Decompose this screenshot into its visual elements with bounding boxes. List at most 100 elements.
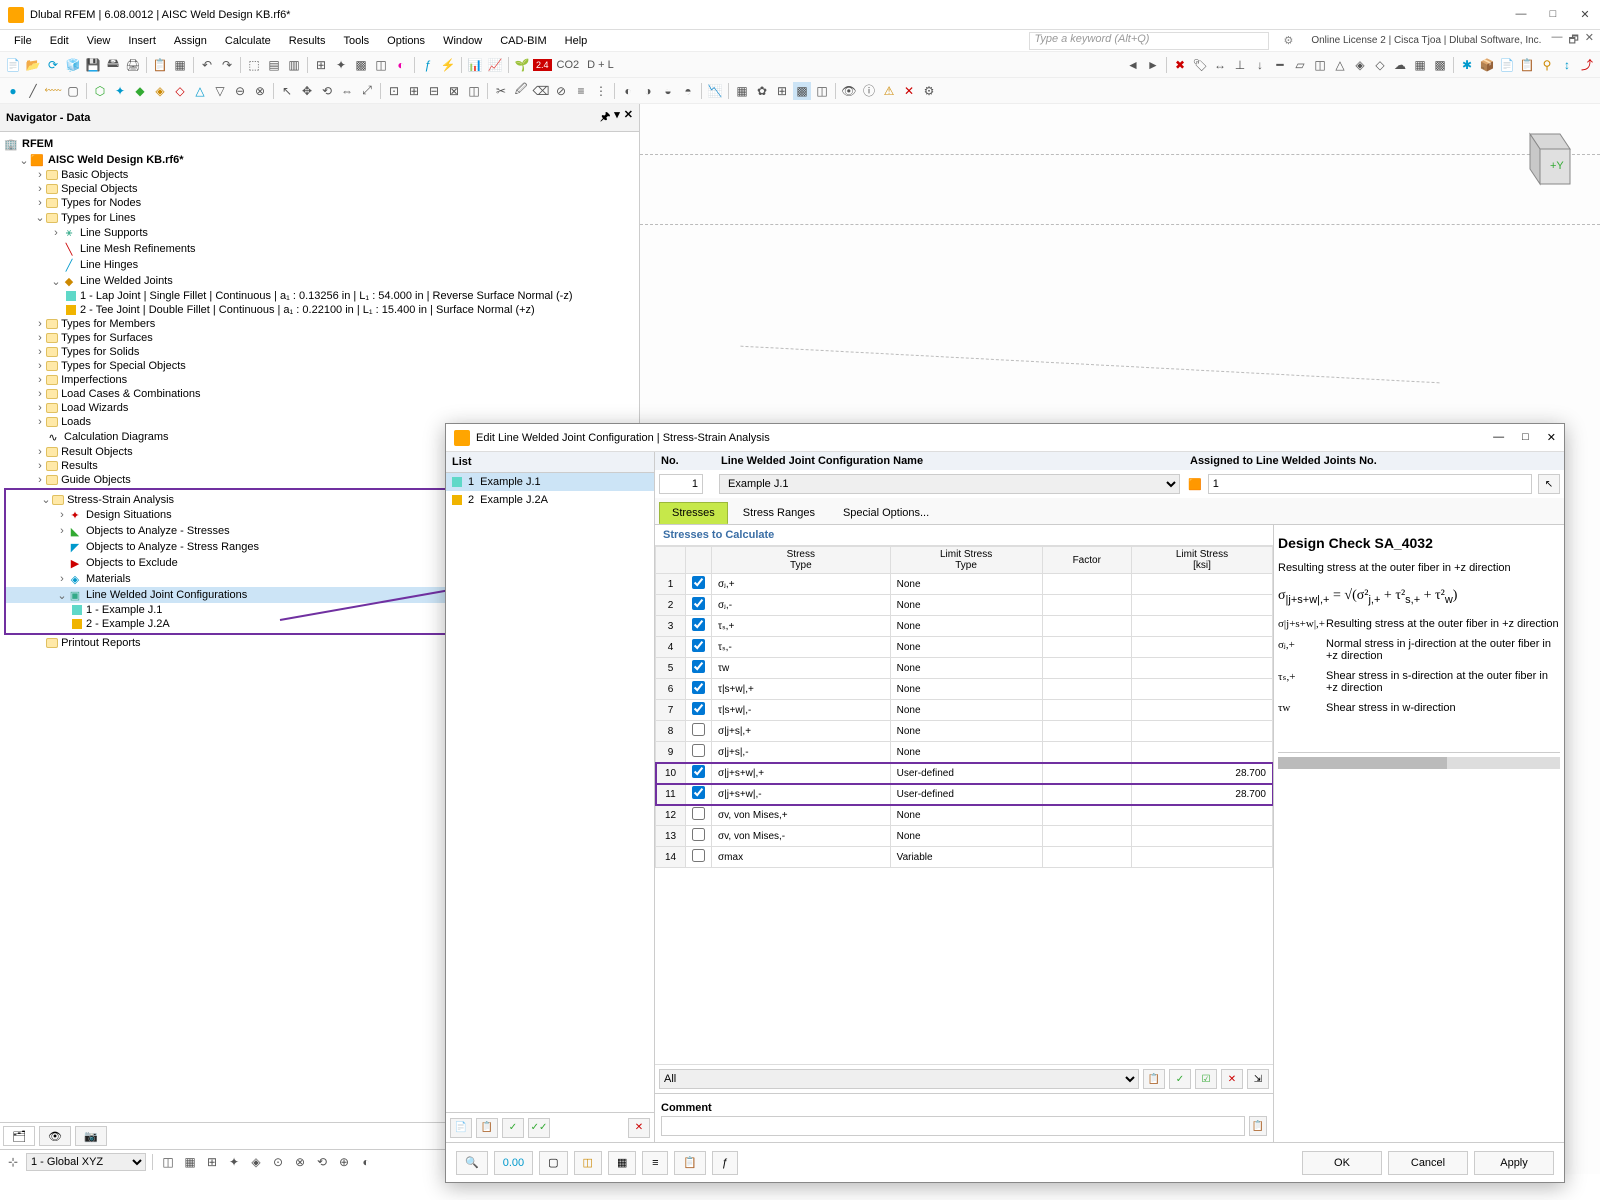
filter-apply-button[interactable]: ✓ [1169, 1069, 1191, 1089]
load-icon[interactable]: ↓ [1251, 56, 1269, 74]
cell-limit-type[interactable]: None [890, 658, 1042, 679]
filter-export-button[interactable]: ⇲ [1247, 1069, 1269, 1089]
keyword-search[interactable]: Type a keyword (Alt+Q) [1029, 32, 1269, 50]
visibility2-icon[interactable]: ✿ [753, 82, 771, 100]
dialog-close-button[interactable]: ✕ [1547, 431, 1556, 444]
cell-factor[interactable] [1042, 784, 1131, 805]
cell-limit-ksi[interactable] [1131, 847, 1272, 868]
doc-icon[interactable]: 📋 [1518, 56, 1536, 74]
tab-stress-ranges[interactable]: Stress Ranges [730, 502, 828, 524]
cell-limit-type[interactable]: None [890, 679, 1042, 700]
visibility4-icon[interactable]: ▩ [793, 82, 811, 100]
render-icon[interactable]: ◫ [372, 56, 390, 74]
cell-limit-ksi[interactable]: 28.700 [1131, 784, 1272, 805]
edit3-icon[interactable]: ⌫ [532, 82, 550, 100]
cell-factor[interactable] [1042, 700, 1131, 721]
tree-load-cases[interactable]: › Load Cases & Combinations [0, 387, 639, 401]
menu-cadbim[interactable]: CAD-BIM [492, 33, 554, 49]
cell-limit-ksi[interactable] [1131, 805, 1272, 826]
filter-select[interactable]: All [659, 1069, 1139, 1089]
table-row[interactable]: 14 σmax Variable [656, 847, 1273, 868]
result4-icon[interactable]: ▩ [1431, 56, 1449, 74]
list-delete-button[interactable]: ✕ [628, 1118, 650, 1138]
table-row[interactable]: 7 τ|s+w|,- None [656, 700, 1273, 721]
info2-icon[interactable]: ⓘ [860, 82, 878, 100]
tree-line-welded-joints[interactable]: ⌄◆Line Welded Joints [0, 273, 639, 289]
line-icon[interactable]: ╱ [24, 82, 42, 100]
list-new-button[interactable]: 📄 [450, 1118, 472, 1138]
coord-select[interactable]: 1 - Global XYZ [26, 1153, 146, 1171]
list-item-2[interactable]: 2Example J.2A [446, 491, 654, 509]
row-checkbox[interactable] [692, 744, 705, 757]
nav-left-icon[interactable]: ◄ [1124, 56, 1142, 74]
opening-icon[interactable]: ⬡ [91, 82, 109, 100]
table-icon[interactable]: ▦ [171, 56, 189, 74]
nav-tab-display[interactable]: 👁 [39, 1126, 71, 1146]
list-copy-button[interactable]: 📋 [476, 1118, 498, 1138]
transparency-icon[interactable]: ◐ [392, 56, 410, 74]
snap2-icon[interactable]: ⊞ [405, 82, 423, 100]
visibility1-icon[interactable]: ▦ [733, 82, 751, 100]
check-icon[interactable]: ✱ [1458, 56, 1476, 74]
cell-factor[interactable] [1042, 595, 1131, 616]
menu-calculate[interactable]: Calculate [217, 33, 279, 49]
coord-btn3[interactable]: ⊞ [203, 1153, 221, 1171]
snap1-icon[interactable]: ⊡ [385, 82, 403, 100]
table-row[interactable]: 2 σⱼ,- None [656, 595, 1273, 616]
filter1-icon[interactable]: ✖ [1171, 56, 1189, 74]
nav-menu-icon[interactable]: ▾ [614, 108, 620, 127]
table-row[interactable]: 12 σv, von Mises,+ None [656, 805, 1273, 826]
tree-types-lines[interactable]: ⌄ Types for Lines [0, 210, 639, 225]
row-checkbox[interactable] [692, 786, 705, 799]
cell-factor[interactable] [1042, 826, 1131, 847]
nav-right-icon[interactable]: ► [1144, 56, 1162, 74]
list-check2-button[interactable]: ✓✓ [528, 1118, 550, 1138]
cell-stress-type[interactable]: σmax [712, 847, 891, 868]
redo-icon[interactable]: ↷ [218, 56, 236, 74]
row-checkbox[interactable] [692, 639, 705, 652]
print-icon[interactable]: 🖨 [124, 56, 142, 74]
thickness-icon[interactable]: ◆ [131, 82, 149, 100]
tab-stresses[interactable]: Stresses [659, 502, 728, 524]
ok-button[interactable]: OK [1302, 1151, 1382, 1175]
row-checkbox[interactable] [692, 828, 705, 841]
tree-line-hinges[interactable]: ╱Line Hinges [0, 257, 639, 273]
view2-icon[interactable]: ▤ [265, 56, 283, 74]
report-icon[interactable]: 📄 [1498, 56, 1516, 74]
menu-help[interactable]: Help [557, 33, 596, 49]
visibility3-icon[interactable]: ⊞ [773, 82, 791, 100]
menu-options[interactable]: Options [379, 33, 433, 49]
cell-stress-type[interactable]: σ|j+s+w|,+ [712, 763, 891, 784]
footer-zoom-button[interactable]: 🔍 [456, 1151, 488, 1175]
chart-icon[interactable]: 📉 [706, 82, 724, 100]
tool2-icon[interactable]: ↕ [1558, 56, 1576, 74]
menu-view[interactable]: View [79, 33, 119, 49]
cell-limit-ksi[interactable] [1131, 700, 1272, 721]
table-row[interactable]: 5 τw None [656, 658, 1273, 679]
coord-btn7[interactable]: ⊗ [291, 1153, 309, 1171]
tree-root[interactable]: 🏢RFEM [0, 136, 639, 152]
child-maximize-button[interactable]: 🗗 [1568, 31, 1578, 50]
tool1-icon[interactable]: ⚲ [1538, 56, 1556, 74]
support-icon[interactable]: △ [1331, 56, 1349, 74]
dialog-maximize-button[interactable]: □ [1522, 431, 1529, 444]
cell-stress-type[interactable]: τw [712, 658, 891, 679]
cell-limit-type[interactable]: None [890, 700, 1042, 721]
set-icon[interactable]: ✦ [111, 82, 129, 100]
row-checkbox[interactable] [692, 618, 705, 631]
close-button[interactable]: ✕ [1578, 8, 1592, 21]
cell-limit-ksi[interactable] [1131, 637, 1272, 658]
move-icon[interactable]: ✥ [298, 82, 316, 100]
info1-icon[interactable]: 👁 [840, 82, 858, 100]
tree-types-special-objects[interactable]: › Types for Special Objects [0, 359, 639, 373]
menu-results[interactable]: Results [281, 33, 334, 49]
cell-stress-type[interactable]: σ|j+s|,- [712, 742, 891, 763]
member-icon[interactable]: ━ [1271, 56, 1289, 74]
cell-limit-ksi[interactable] [1131, 679, 1272, 700]
tree-line-mesh[interactable]: ╲Line Mesh Refinements [0, 241, 639, 257]
menu-insert[interactable]: Insert [120, 33, 164, 49]
coord-btn4[interactable]: ✦ [225, 1153, 243, 1171]
apply-button[interactable]: Apply [1474, 1151, 1554, 1175]
nav-tab-data[interactable]: 🗂 [3, 1126, 35, 1146]
member2-icon[interactable]: ⬳ [44, 82, 62, 100]
